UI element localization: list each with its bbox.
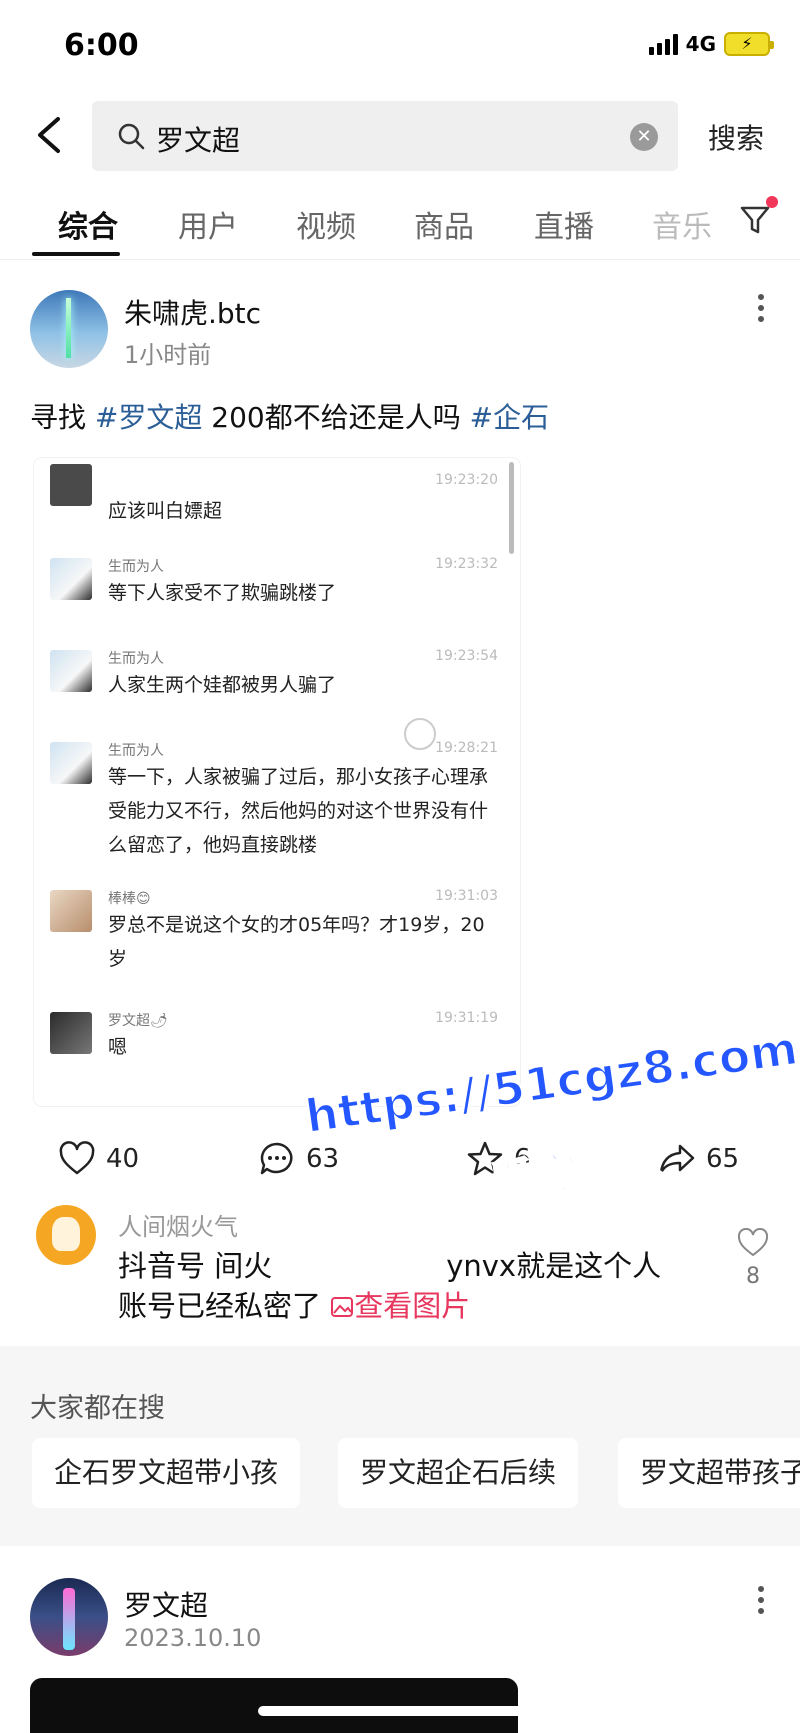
chat-nick: 生而为人: [108, 743, 164, 759]
suggestion-chip[interactable]: 罗文超带孩子: [618, 1438, 800, 1508]
suggestions-title: 大家都在搜: [30, 1393, 165, 1424]
chat-text: 应该叫白嫖超: [108, 500, 223, 522]
chat-text: 人家生两个娃都被男人骗了: [108, 674, 337, 696]
search-query: 罗文超: [156, 124, 241, 157]
tab-products[interactable]: 商品: [414, 202, 474, 246]
more-options-icon[interactable]: [756, 294, 766, 328]
signal-icon: [648, 33, 678, 55]
search-button[interactable]: 搜索: [708, 117, 764, 157]
post-date: 2023.10.10: [124, 1624, 262, 1652]
chat-time: 19:31:03: [435, 888, 498, 904]
hashtag-link[interactable]: #企石: [470, 401, 549, 434]
tab-videos[interactable]: 视频: [296, 202, 356, 246]
chat-time: 19:23:54: [435, 648, 498, 664]
share-button[interactable]: 65: [658, 1140, 739, 1178]
back-arrow-icon[interactable]: [30, 113, 70, 157]
suggestion-chip[interactable]: 罗文超企石后续: [338, 1438, 579, 1508]
chat-text: 嗯: [108, 1036, 128, 1058]
commenter-name[interactable]: 人间烟火气: [118, 1207, 238, 1242]
network-label: 4G: [685, 32, 716, 56]
watermark-text: 看完整版: [487, 1133, 670, 1210]
clear-icon[interactable]: ✕: [630, 123, 658, 151]
image-icon: [331, 1297, 354, 1317]
comment-button[interactable]: 63: [258, 1140, 339, 1178]
chat-time: 19:23:32: [435, 556, 498, 572]
status-icons: 4G ⚡: [648, 32, 774, 56]
chat-nick: 生而为人: [108, 559, 164, 575]
comment-count: 63: [306, 1144, 340, 1174]
home-indicator: [258, 1706, 542, 1716]
view-image-label: 查看图片: [354, 1289, 471, 1323]
chat-text: 等下人家受不了欺骗跳楼了: [108, 582, 337, 604]
chat-avatar: [50, 464, 92, 506]
chat-text: 罗总不是说这个女的才05年吗？才19岁，20岁: [108, 914, 485, 970]
more-options-icon[interactable]: [756, 1586, 766, 1620]
loading-spinner: [404, 718, 436, 750]
battery-icon: ⚡: [724, 32, 774, 56]
hashtag-link[interactable]: #罗文超: [95, 401, 202, 434]
like-button[interactable]: 40: [58, 1140, 139, 1178]
chat-avatar: [50, 650, 92, 692]
comment-icon: [260, 1142, 293, 1175]
search-icon: [118, 123, 145, 150]
caption-text: 200都不给还是人吗: [202, 401, 470, 434]
comment-heart-icon[interactable]: [737, 1228, 769, 1258]
post-time: 1小时前: [124, 341, 212, 369]
tab-bar: 综合 用户 视频 商品 直播 音乐: [0, 190, 800, 260]
heart-icon: [59, 1141, 95, 1175]
comment-like-count: 8: [746, 1264, 760, 1289]
caption-text: 寻找: [30, 401, 95, 434]
like-count: 40: [106, 1144, 140, 1174]
post-author[interactable]: 罗文超: [124, 1584, 208, 1624]
post-author[interactable]: 朱啸虎.btc: [124, 292, 261, 332]
chat-nick: 生而为人: [108, 651, 164, 667]
tab-music[interactable]: 音乐: [652, 202, 712, 246]
search-input[interactable]: 罗文超 ✕: [92, 101, 678, 171]
search-header: 罗文超 ✕ 搜索: [0, 95, 800, 175]
commenter-avatar[interactable]: [36, 1205, 96, 1265]
share-count: 65: [706, 1144, 740, 1174]
chat-time: 19:28:21: [435, 740, 498, 756]
chat-avatar: [50, 890, 92, 932]
tab-active-indicator: [32, 252, 120, 256]
chat-avatar: [50, 742, 92, 784]
scrollbar: [509, 462, 514, 554]
chat-time: 19:23:20: [435, 472, 498, 488]
comment-text: 抖音号 间火 ynvx就是这个人账号已经私密了 查看图片: [118, 1246, 678, 1326]
post-image[interactable]: 19:23:20 应该叫白嫖超 生而为人 19:23:32 等下人家受不了欺骗跳…: [34, 458, 520, 1106]
notification-dot: [766, 196, 778, 208]
chat-nick: 罗文超🌶: [108, 1013, 168, 1029]
suggestion-chip[interactable]: 企石罗文超带小孩: [32, 1438, 301, 1508]
tab-live[interactable]: 直播: [534, 202, 594, 246]
chat-time: 19:31:19: [435, 1010, 498, 1026]
avatar[interactable]: [30, 1578, 108, 1656]
chat-text: 等一下，人家被骗了过后，那小女孩子心理承受能力又不行，然后他妈的对这个世界没有什…: [108, 766, 489, 856]
tab-users[interactable]: 用户: [178, 202, 238, 246]
status-bar: 6:00 4G ⚡: [0, 0, 800, 95]
chat-avatar: [50, 1012, 92, 1054]
chat-nick: 棒棒😊: [108, 891, 151, 907]
view-image-link[interactable]: 查看图片: [321, 1289, 470, 1323]
post-caption: 寻找 #罗文超 200都不给还是人吗 #企石: [30, 396, 549, 436]
status-time: 6:00: [64, 28, 139, 63]
chat-avatar: [50, 558, 92, 600]
tab-comprehensive[interactable]: 综合: [58, 202, 118, 246]
avatar[interactable]: [30, 290, 108, 368]
